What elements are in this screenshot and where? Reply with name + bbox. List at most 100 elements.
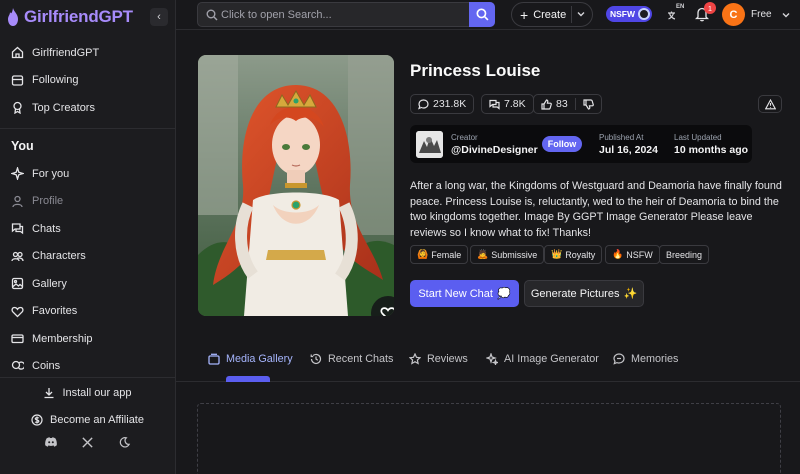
search-bar[interactable] xyxy=(197,2,495,27)
character-description: After a long war, the Kingdoms of Westgu… xyxy=(410,180,782,239)
card-icon xyxy=(11,334,24,344)
chevron-down-icon[interactable] xyxy=(576,9,586,19)
tab-media-gallery[interactable]: Media Gallery xyxy=(208,353,293,365)
sidebar-item-gallery[interactable]: Gallery xyxy=(0,270,176,298)
sidebar: GirlfriendGPT ‹ GirlfriendGPT Following … xyxy=(0,0,176,474)
affiliate-button[interactable]: Become an Affiliate xyxy=(0,406,175,433)
sidebar-item-label: Gallery xyxy=(32,277,67,290)
search-submit-button[interactable] xyxy=(469,2,495,27)
sidebar-item-for-you[interactable]: For you xyxy=(0,160,176,188)
plan-label[interactable]: Free xyxy=(751,9,772,20)
sidebar-item-top-creators[interactable]: Top Creators xyxy=(0,94,176,122)
tag-label: Submissive xyxy=(491,249,538,260)
creator-name[interactable]: @DivineDesigner xyxy=(451,144,538,156)
search-icon xyxy=(475,8,488,21)
install-app-button[interactable]: Install our app xyxy=(0,379,175,406)
start-new-chat-button[interactable]: Start New Chat 💭 xyxy=(410,280,519,307)
character-cover-image xyxy=(198,55,394,316)
moon-icon[interactable] xyxy=(118,435,132,449)
create-divider xyxy=(571,6,572,23)
sparkle-icon xyxy=(11,167,24,181)
download-icon xyxy=(44,387,54,398)
users-icon xyxy=(11,75,24,86)
sidebar-item-profile[interactable]: Profile xyxy=(0,188,176,216)
published-date: Jul 16, 2024 xyxy=(599,144,658,156)
media-gallery-dropzone[interactable] xyxy=(197,403,781,474)
tab-ai-image-generator[interactable]: AI Image Generator xyxy=(486,353,599,365)
follow-button[interactable]: Follow xyxy=(542,136,582,152)
sidebar-item-home[interactable]: GirlfriendGPT xyxy=(0,39,176,67)
sidebar-item-membership[interactable]: Membership xyxy=(0,325,176,353)
creator-label: Creator xyxy=(451,133,478,142)
language-switcher[interactable]: EN xyxy=(667,4,685,24)
tab-memories[interactable]: Memories xyxy=(613,353,678,365)
character-tabs: Media Gallery Recent Chats Reviews AI Im… xyxy=(176,347,800,382)
heart-icon xyxy=(11,306,24,318)
discord-icon[interactable] xyxy=(44,435,58,449)
gallery-icon xyxy=(208,353,220,365)
message-count-stat: 231.8K xyxy=(410,94,475,114)
tab-label: Recent Chats xyxy=(328,353,394,365)
sidebar-item-label: Top Creators xyxy=(32,101,95,114)
tag-label: Female xyxy=(431,249,462,260)
generate-pictures-button[interactable]: Generate Pictures ✨ xyxy=(524,280,644,307)
tag-nsfw[interactable]: 🔥 NSFW xyxy=(605,245,660,264)
tab-label: Reviews xyxy=(427,353,468,365)
thumbs-down-icon[interactable] xyxy=(583,98,594,110)
tag-submissive[interactable]: 🙇 Submissive xyxy=(470,245,545,264)
translate-icon xyxy=(668,11,676,20)
stat-divider xyxy=(574,98,576,110)
sidebar-item-characters[interactable]: Characters xyxy=(0,243,176,271)
chevron-down-icon[interactable] xyxy=(781,10,791,20)
tab-reviews[interactable]: Reviews xyxy=(409,353,468,365)
memory-icon xyxy=(613,353,625,365)
tab-recent-chats[interactable]: Recent Chats xyxy=(310,353,393,365)
sidebar-divider xyxy=(0,128,175,129)
tag-female[interactable]: 🙆 Female xyxy=(410,245,469,264)
nsfw-toggle[interactable]: NSFW xyxy=(606,6,652,22)
notification-badge: 1 xyxy=(704,2,716,14)
sidebar-item-label: GirlfriendGPT xyxy=(32,46,100,59)
sidebar-top-nav: GirlfriendGPT Following Top Creators xyxy=(0,39,176,122)
plus-icon: + xyxy=(520,6,529,23)
chevron-left-icon: ‹ xyxy=(157,11,161,23)
x-twitter-icon[interactable] xyxy=(81,435,95,449)
sidebar-item-label: Coins xyxy=(32,360,61,373)
sidebar-item-label: Following xyxy=(32,74,79,87)
updated-label: Last Updated xyxy=(674,133,722,142)
coins-icon xyxy=(11,360,24,370)
app-name: GirlfriendGPT xyxy=(24,7,133,26)
tag-royalty[interactable]: 👑 Royalty xyxy=(544,245,603,264)
toggle-knob xyxy=(638,8,650,20)
user-icon xyxy=(12,195,23,207)
sidebar-item-following[interactable]: Following xyxy=(0,67,176,95)
avatar[interactable]: C xyxy=(722,3,745,26)
sparkles-icon xyxy=(486,353,498,365)
search-input[interactable] xyxy=(221,6,461,23)
sidebar-item-label: Favorites xyxy=(32,305,78,318)
tag-emoji: 🙇 xyxy=(477,249,489,259)
report-button[interactable] xyxy=(758,95,782,113)
logo[interactable]: GirlfriendGPT xyxy=(6,6,133,28)
chat-count-stat: 7.8K xyxy=(481,94,534,114)
sidebar-item-label: Chats xyxy=(32,222,61,235)
sidebar-collapse-button[interactable]: ‹ xyxy=(150,8,168,26)
search-icon xyxy=(206,9,218,21)
creator-avatar-image xyxy=(416,131,443,158)
heart-icon xyxy=(380,307,394,316)
sidebar-item-favorites[interactable]: Favorites xyxy=(0,298,176,326)
sidebar-bottom: Install our app Become an Affiliate xyxy=(0,377,175,474)
create-button[interactable]: + Create xyxy=(511,2,593,27)
sidebar-item-label: Profile xyxy=(32,195,64,208)
sidebar-item-label: Membership xyxy=(32,332,93,345)
creator-avatar[interactable] xyxy=(416,131,443,158)
character-portrait-illustration xyxy=(198,55,394,316)
tag-breeding[interactable]: Breeding xyxy=(659,245,710,264)
active-tab-indicator xyxy=(226,376,270,382)
message-count: 231.8K xyxy=(433,98,467,110)
generate-label: Generate Pictures xyxy=(530,287,620,300)
like-button[interactable]: 83 xyxy=(533,94,602,114)
sidebar-item-chats[interactable]: Chats xyxy=(0,215,176,243)
sidebar-item-coins[interactable]: Coins xyxy=(0,353,176,381)
characters-icon xyxy=(11,251,24,261)
